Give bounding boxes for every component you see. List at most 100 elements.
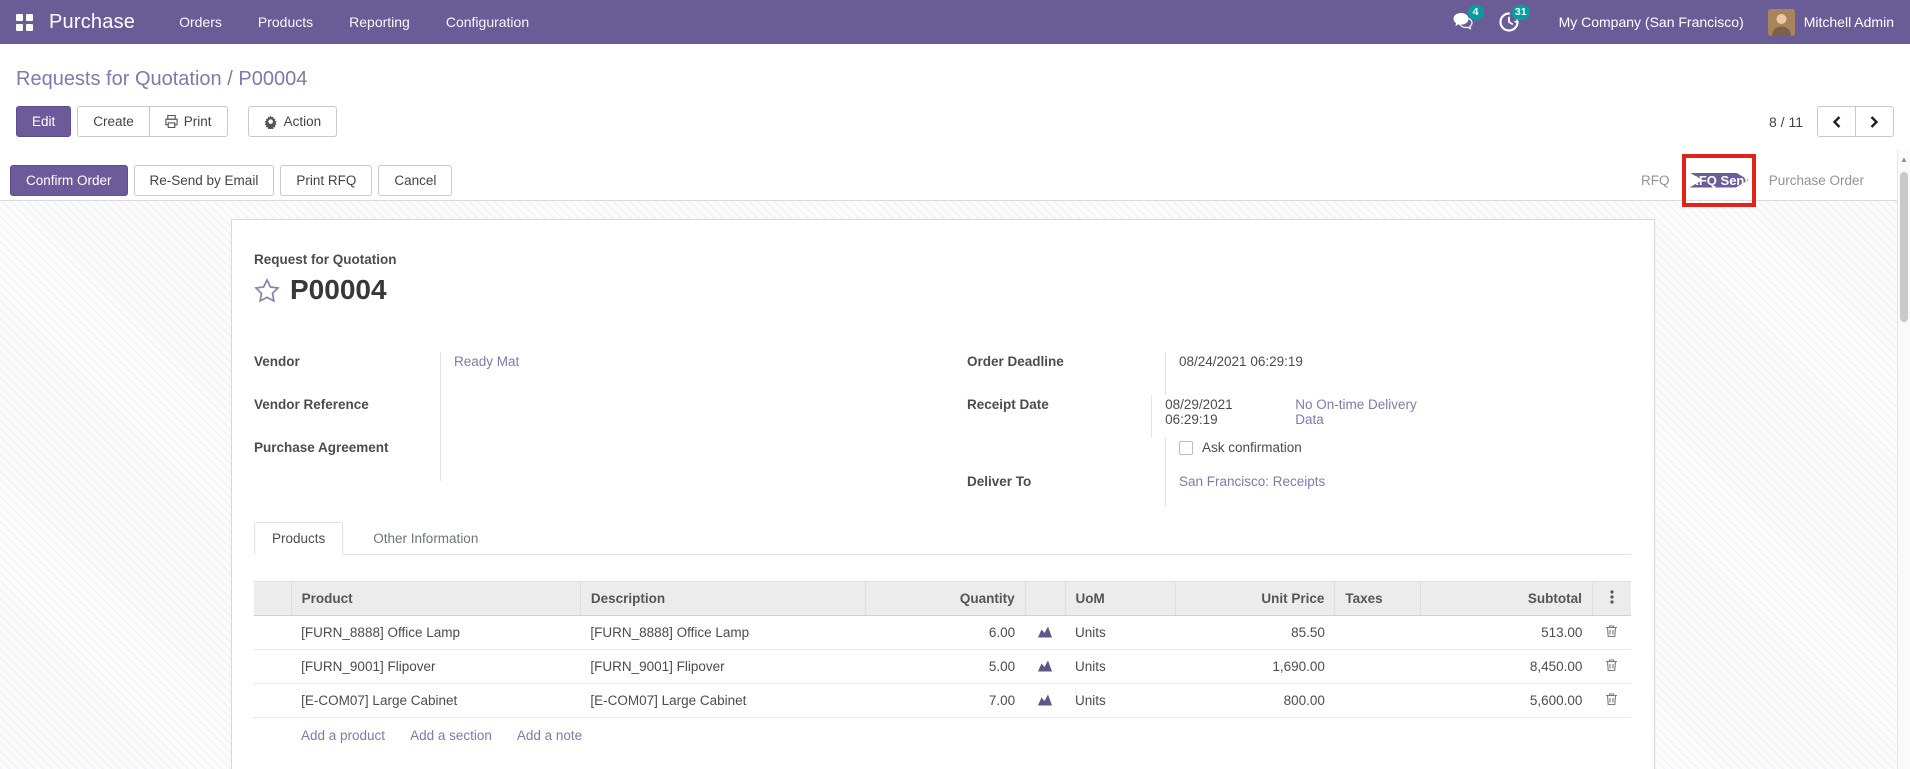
col-taxes[interactable]: Taxes (1334, 581, 1421, 616)
print-rfq-button[interactable]: Print RFQ (280, 164, 373, 196)
menu-orders[interactable]: Orders (179, 14, 222, 30)
table-header-row: Product Description Quantity UoM Unit Pr… (254, 581, 1631, 616)
optional-columns-icon[interactable] (1591, 581, 1631, 616)
cell-uom[interactable]: Units (1065, 649, 1176, 684)
purchase-agreement-value[interactable] (441, 438, 454, 442)
cell-description[interactable]: [E-COM07] Large Cabinet (580, 683, 866, 718)
vendor-label: Vendor (254, 352, 441, 395)
favorite-star-icon[interactable] (254, 277, 280, 303)
user-name: Mitchell Admin (1803, 14, 1894, 30)
cell-product[interactable]: [FURN_9001] Flipover (291, 649, 581, 684)
menu-configuration[interactable]: Configuration (446, 14, 529, 30)
systray: 4 31 My Company (San Francisco) Mitchell… (1453, 5, 1894, 36)
cell-subtotal[interactable]: 5,600.00 (1420, 683, 1593, 718)
app-title[interactable]: Purchase (49, 11, 135, 34)
create-button[interactable]: Create (77, 106, 150, 137)
forecast-chart-icon[interactable] (1037, 624, 1053, 639)
cancel-button[interactable]: Cancel (378, 164, 453, 196)
chevron-right-icon (1870, 115, 1879, 128)
menu-products[interactable]: Products (258, 14, 313, 30)
status-steps: RFQ RFQ Sent Purchase Order (1625, 153, 1880, 207)
add-a-product-link[interactable]: Add a product (301, 728, 385, 743)
statusbar: Confirm Order Re-Send by Email Print RFQ… (0, 153, 1910, 207)
breadcrumb-parent[interactable]: Requests for Quotation (16, 68, 222, 90)
receipt-date-value[interactable]: 08/29/2021 06:29:19 (1165, 397, 1279, 427)
ask-confirmation-label-spacer (967, 438, 1166, 472)
col-product[interactable]: Product (290, 581, 581, 616)
cell-uom[interactable]: Units (1065, 615, 1176, 650)
user-menu[interactable]: Mitchell Admin (1767, 8, 1894, 36)
delete-row-icon[interactable] (1605, 692, 1618, 706)
add-a-note-link[interactable]: Add a note (517, 728, 582, 743)
resend-by-email-button[interactable]: Re-Send by Email (133, 164, 275, 196)
pager-next-button[interactable] (1855, 106, 1894, 137)
forecast-chart-icon[interactable] (1037, 658, 1053, 673)
order-deadline-value[interactable]: 08/24/2021 06:29:19 (1166, 352, 1303, 371)
activities-badge: 31 (1511, 5, 1530, 20)
vertical-scrollbar[interactable]: ▲ (1897, 150, 1910, 769)
cell-unit-price[interactable]: 85.50 (1175, 615, 1335, 650)
ask-confirmation-checkbox[interactable] (1179, 441, 1193, 455)
messages-icon[interactable]: 4 (1453, 5, 1484, 32)
gear-icon (264, 114, 277, 129)
action-button[interactable]: Action (247, 106, 338, 137)
notebook-tabs: Products Other Information (254, 522, 1631, 555)
tab-other-information[interactable]: Other Information (355, 522, 496, 555)
cell-product[interactable]: [E-COM07] Large Cabinet (291, 683, 581, 718)
order-deadline-label: Order Deadline (967, 352, 1166, 395)
status-step-rfq-sent-current[interactable]: RFQ Sent (1689, 173, 1748, 188)
scroll-up-icon[interactable]: ▲ (1898, 150, 1910, 164)
company-switcher[interactable]: My Company (San Francisco) (1559, 14, 1744, 30)
cell-taxes[interactable] (1334, 683, 1421, 718)
field-purchase-agreement: Purchase Agreement (254, 438, 672, 481)
pager: 8 / 11 (1769, 106, 1894, 137)
col-subtotal[interactable]: Subtotal (1419, 581, 1593, 616)
col-quantity[interactable]: Quantity (864, 581, 1026, 616)
ask-confirmation-label: Ask confirmation (1202, 440, 1302, 455)
cell-unit-price[interactable]: 1,690.00 (1175, 649, 1335, 684)
breadcrumb: Requests for Quotation / P00004 (16, 66, 1894, 92)
cell-description[interactable]: [FURN_8888] Office Lamp (580, 615, 866, 650)
cell-uom[interactable]: Units (1065, 683, 1176, 718)
ontime-delivery-link[interactable]: No On-time Delivery Data (1295, 397, 1437, 427)
pager-previous-button[interactable] (1817, 106, 1856, 137)
field-vendor: Vendor Ready Mat (254, 352, 672, 395)
edit-button[interactable]: Edit (16, 106, 72, 137)
col-description[interactable]: Description (579, 581, 866, 616)
apps-menu-icon[interactable] (16, 13, 33, 31)
delete-row-icon[interactable] (1605, 624, 1618, 638)
confirm-order-button[interactable]: Confirm Order (10, 164, 128, 196)
cell-subtotal[interactable]: 513.00 (1420, 615, 1593, 650)
cell-unit-price[interactable]: 800.00 (1175, 683, 1335, 718)
table-row[interactable]: [E-COM07] Large Cabinet [E-COM07] Large … (254, 683, 1631, 718)
cell-subtotal[interactable]: 8,450.00 (1420, 649, 1593, 684)
vendor-reference-label: Vendor Reference (254, 395, 441, 438)
cell-taxes[interactable] (1334, 615, 1421, 650)
cell-description[interactable]: [FURN_9001] Flipover (580, 649, 866, 684)
vendor-value-link[interactable]: Ready Mat (454, 354, 519, 369)
delete-row-icon[interactable] (1605, 658, 1618, 672)
cell-quantity[interactable]: 7.00 (865, 683, 1026, 718)
status-step-rfq[interactable]: RFQ (1625, 173, 1686, 188)
scrollbar-thumb[interactable] (1900, 172, 1908, 322)
cell-quantity[interactable]: 6.00 (865, 615, 1026, 650)
forecast-chart-icon[interactable] (1037, 692, 1053, 707)
cell-product[interactable]: [FURN_8888] Office Lamp (291, 615, 581, 650)
status-step-purchase-order[interactable]: Purchase Order (1753, 173, 1880, 188)
doc-type-label: Request for Quotation (254, 252, 397, 267)
add-a-section-link[interactable]: Add a section (410, 728, 492, 743)
table-row[interactable]: [FURN_9001] Flipover [FURN_9001] Flipove… (254, 649, 1631, 684)
deliver-to-value-link[interactable]: San Francisco: Receipts (1179, 474, 1325, 489)
table-row[interactable]: [FURN_8888] Office Lamp [FURN_8888] Offi… (254, 615, 1631, 650)
cell-quantity[interactable]: 5.00 (865, 649, 1026, 684)
cell-taxes[interactable] (1334, 649, 1421, 684)
vendor-reference-value[interactable] (441, 395, 454, 399)
messages-badge: 4 (1467, 5, 1484, 20)
col-uom[interactable]: UoM (1064, 581, 1176, 616)
activities-icon[interactable]: 31 (1498, 5, 1530, 32)
print-button[interactable]: Print (148, 106, 228, 137)
field-receipt-date: Receipt Date 08/29/2021 06:29:19 No On-t… (967, 395, 1437, 438)
tab-products[interactable]: Products (254, 522, 344, 555)
col-unit-price[interactable]: Unit Price (1174, 581, 1335, 616)
menu-reporting[interactable]: Reporting (349, 14, 410, 30)
